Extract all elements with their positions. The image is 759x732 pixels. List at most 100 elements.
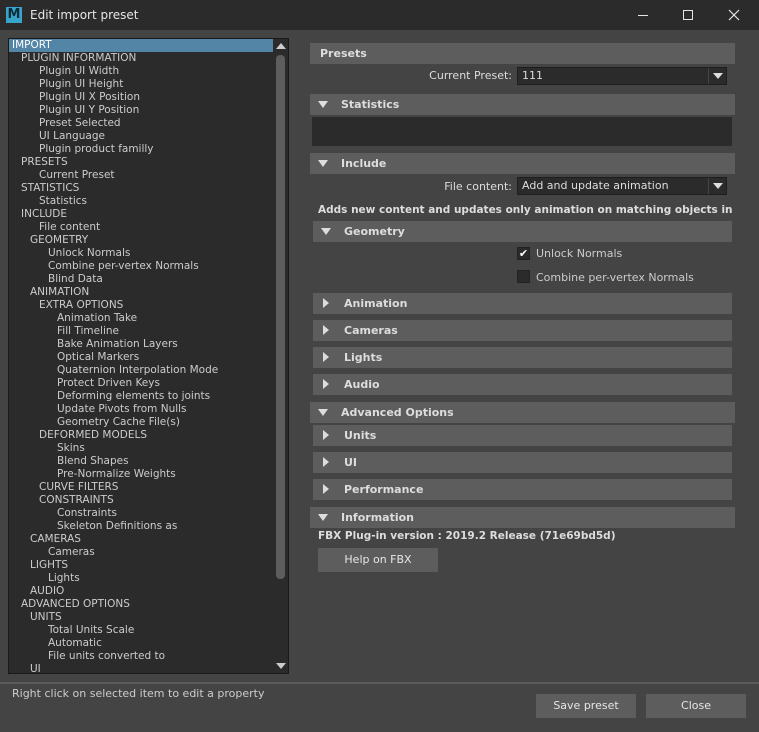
collapsed-arrow-icon xyxy=(323,379,329,389)
statistics-header-label: Statistics xyxy=(341,98,400,111)
help-on-fbx-button[interactable]: Help on FBX xyxy=(318,548,438,572)
audio-header-label: Audio xyxy=(344,378,380,391)
animation-section-header[interactable]: Animation xyxy=(313,293,732,314)
tree-item[interactable]: EXTRA OPTIONS xyxy=(9,299,273,312)
chevron-down-icon xyxy=(713,183,723,189)
maximize-button[interactable] xyxy=(665,0,711,30)
property-tree[interactable]: IMPORT PLUGIN INFORMATION Plugin UI Width P… xyxy=(8,38,289,674)
tree-item[interactable]: Animation Take xyxy=(9,312,273,325)
geometry-section-header[interactable]: Geometry xyxy=(313,221,732,242)
tree-item[interactable]: UI xyxy=(9,663,273,673)
maximize-icon xyxy=(683,10,693,20)
tree-item[interactable]: STATISTICS xyxy=(9,182,273,195)
statistics-box xyxy=(312,117,732,146)
lights-section-header[interactable]: Lights xyxy=(313,347,732,368)
tree-item[interactable]: INCLUDE xyxy=(9,208,273,221)
collapsed-arrow-icon xyxy=(323,325,329,335)
tree-item[interactable]: Unlock Normals xyxy=(9,247,273,260)
collapsed-arrow-icon xyxy=(323,484,329,494)
advanced-options-header-label: Advanced Options xyxy=(341,406,454,419)
tree-item[interactable]: Quaternion Interpolation Mode xyxy=(9,364,273,377)
cameras-section-header[interactable]: Cameras xyxy=(313,320,732,341)
expanded-arrow-icon xyxy=(318,101,328,108)
tree-item[interactable]: CAMERAS xyxy=(9,533,273,546)
current-preset-dropdown[interactable]: 111 xyxy=(517,67,727,85)
scroll-thumb[interactable] xyxy=(276,55,285,579)
tree-item[interactable]: PRESETS xyxy=(9,156,273,169)
minimize-button[interactable] xyxy=(620,0,666,30)
tree-item[interactable]: UNITS xyxy=(9,611,273,624)
information-section-header[interactable]: Information xyxy=(310,507,735,528)
units-section-header[interactable]: Units xyxy=(313,425,732,446)
scroll-down-icon[interactable] xyxy=(276,663,286,669)
maya-icon: M xyxy=(6,7,22,23)
tree-item[interactable]: File content xyxy=(9,221,273,234)
file-content-dropdown[interactable]: Add and update animation xyxy=(517,177,727,195)
advanced-options-section-header[interactable]: Advanced Options xyxy=(310,402,735,423)
tree-item[interactable]: Optical Markers xyxy=(9,351,273,364)
window-title: Edit import preset xyxy=(30,8,139,22)
tree-item[interactable]: Statistics xyxy=(9,195,273,208)
tree-item[interactable]: Plugin UI X Position xyxy=(9,91,273,104)
current-preset-label: Current Preset: xyxy=(429,69,512,82)
tree-item[interactable]: Update Pivots from Nulls xyxy=(9,403,273,416)
tree-item[interactable]: UI Language xyxy=(9,130,273,143)
tree-item[interactable]: AUDIO xyxy=(9,585,273,598)
status-text: Right click on selected item to edit a p… xyxy=(12,687,265,700)
tree-item[interactable]: File units converted to xyxy=(9,650,273,663)
tree-item[interactable]: Preset Selected xyxy=(9,117,273,130)
tree-item[interactable]: Protect Driven Keys xyxy=(9,377,273,390)
unlock-normals-label: Unlock Normals xyxy=(536,247,623,260)
performance-section-header[interactable]: Performance xyxy=(313,479,732,500)
presets-header-label: Presets xyxy=(320,47,367,60)
presets-section-header: Presets xyxy=(310,43,735,64)
tree-item[interactable]: Total Units Scale xyxy=(9,624,273,637)
tree-item[interactable]: LIGHTS xyxy=(9,559,273,572)
save-preset-button[interactable]: Save preset xyxy=(536,694,636,718)
tree-item[interactable]: ANIMATION xyxy=(9,286,273,299)
tree-item[interactable]: Lights xyxy=(9,572,273,585)
tree-item[interactable]: DEFORMED MODELS xyxy=(9,429,273,442)
tree-scrollbar[interactable] xyxy=(273,39,288,673)
tree-item[interactable]: Deforming elements to joints xyxy=(9,390,273,403)
tree-item[interactable]: IMPORT xyxy=(9,39,273,52)
tree-item[interactable]: Combine per-vertex Normals xyxy=(9,260,273,273)
collapsed-arrow-icon xyxy=(323,430,329,440)
file-content-label: File content: xyxy=(444,180,512,193)
tree-item[interactable]: GEOMETRY xyxy=(9,234,273,247)
tree-item[interactable]: Automatic xyxy=(9,637,273,650)
tree-item[interactable]: PLUGIN INFORMATION xyxy=(9,52,273,65)
tree-item[interactable]: Plugin product familly xyxy=(9,143,273,156)
tree-item[interactable]: Skeleton Definitions as xyxy=(9,520,273,533)
include-section-header[interactable]: Include xyxy=(310,153,735,174)
file-content-value: Add and update animation xyxy=(522,179,669,192)
information-header-label: Information xyxy=(341,511,414,524)
window-close-button[interactable] xyxy=(711,0,757,30)
tree-item[interactable]: Plugin UI Y Position xyxy=(9,104,273,117)
chevron-down-icon xyxy=(713,73,723,79)
tree-item[interactable]: Constraints xyxy=(9,507,273,520)
unlock-normals-checkbox[interactable]: ✔ xyxy=(517,247,530,260)
tree-item[interactable]: Plugin UI Width xyxy=(9,65,273,78)
tree-item[interactable]: Bake Animation Layers xyxy=(9,338,273,351)
cameras-header-label: Cameras xyxy=(344,324,398,337)
tree-item[interactable]: Current Preset xyxy=(9,169,273,182)
collapsed-arrow-icon xyxy=(323,298,329,308)
ui-section-header[interactable]: UI xyxy=(313,452,732,473)
tree-item[interactable]: CONSTRAINTS xyxy=(9,494,273,507)
tree-item[interactable]: Geometry Cache File(s) xyxy=(9,416,273,429)
combine-normals-checkbox[interactable] xyxy=(517,270,530,283)
tree-item[interactable]: Fill Timeline xyxy=(9,325,273,338)
tree-item[interactable]: Cameras xyxy=(9,546,273,559)
tree-item[interactable]: Plugin UI Height xyxy=(9,78,273,91)
statistics-section-header[interactable]: Statistics xyxy=(310,94,735,115)
tree-item[interactable]: Blend Shapes xyxy=(9,455,273,468)
close-button[interactable]: Close xyxy=(646,694,746,718)
tree-item[interactable]: ADVANCED OPTIONS xyxy=(9,598,273,611)
scroll-up-icon[interactable] xyxy=(276,43,286,49)
tree-item[interactable]: Pre-Normalize Weights xyxy=(9,468,273,481)
tree-item[interactable]: Blind Data xyxy=(9,273,273,286)
audio-section-header[interactable]: Audio xyxy=(313,374,732,395)
tree-item[interactable]: Skins xyxy=(9,442,273,455)
tree-item[interactable]: CURVE FILTERS xyxy=(9,481,273,494)
